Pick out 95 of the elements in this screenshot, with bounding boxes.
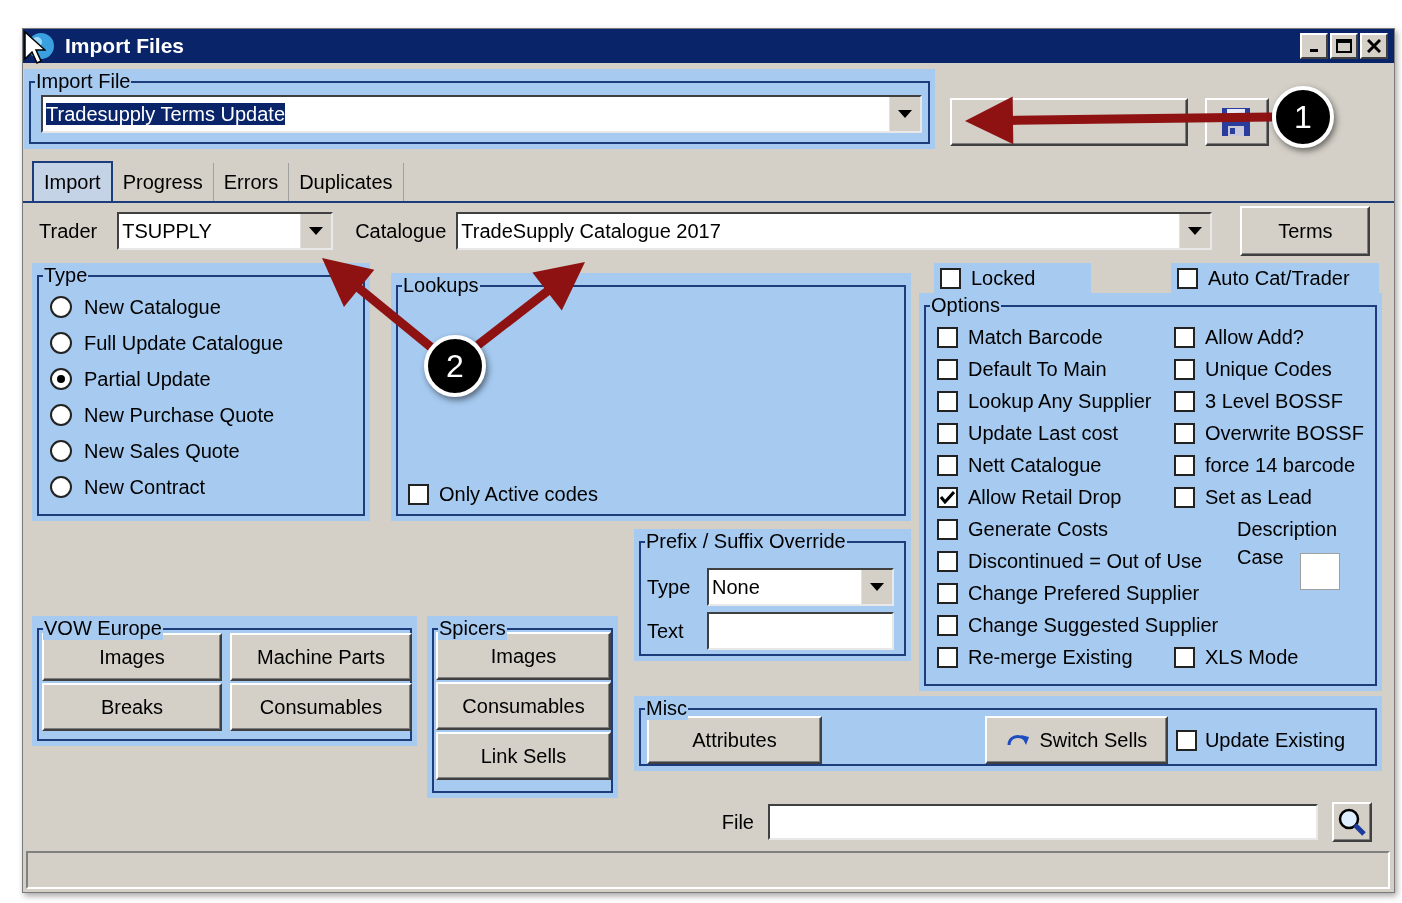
vow-button[interactable]: Consumables [230,683,412,731]
catalogue-dropdown[interactable]: TradeSupply Catalogue 2017 [456,212,1213,250]
checkbox-label: Change Suggested Supplier [968,613,1219,637]
checkbox[interactable] [1175,729,1197,751]
checkbox-label: Nett Catalogue [968,453,1102,477]
minimize-icon [1310,48,1318,52]
spicers-button[interactable]: Link Sells [436,732,611,780]
radio-label: New Sales Quote [84,439,240,463]
checkbox[interactable] [937,486,958,508]
checkbox-label: XLS Mode [1205,645,1299,669]
checkbox[interactable] [937,518,958,540]
radio-button[interactable] [50,368,72,390]
checkbox-label: Generate Costs [968,517,1109,541]
checkbox[interactable] [937,614,958,636]
checkbox-label: Default To Main [968,357,1107,381]
checkbox[interactable] [1174,390,1195,412]
file-label: File [721,810,754,834]
caret-icon [1188,227,1203,235]
checkbox-label: Allow Retail Drop [968,485,1122,509]
checkbox-label: Change Prefered Supplier [968,581,1200,605]
attributes-button[interactable]: Attributes [647,716,822,764]
radio-button[interactable] [50,296,72,318]
checkbox-label: Update Last cost [968,421,1119,445]
checkbox[interactable] [937,582,958,604]
checkbox-label: Allow Add? [1205,325,1304,349]
radio-label: Full Update Catalogue [84,331,283,355]
checkbox[interactable] [1174,422,1195,444]
text-label: Text [647,619,684,643]
checkbox-label: force 14 barcode [1205,453,1356,477]
description-case-label: Description Case [1237,517,1339,570]
description-case-field[interactable] [1300,553,1340,590]
radio-button[interactable] [50,404,72,426]
tab[interactable]: Duplicates [289,163,404,201]
checkbox[interactable] [408,484,429,505]
spicers-button[interactable]: Consumables [436,682,611,730]
checkbox[interactable] [937,390,958,412]
radio-label: New Contract [84,475,206,499]
checkbox-label: Overwrite BOSSF [1205,421,1364,445]
radio-label: Partial Update [84,367,211,391]
trader-label: Trader [39,219,98,243]
checkbox[interactable] [1174,326,1195,348]
checkbox-label: Update Existing [1204,728,1345,752]
vow-button[interactable]: Breaks [42,683,222,731]
window-title: Import Files [65,34,185,58]
checkbox[interactable] [937,550,958,572]
cursor-icon [24,31,46,65]
checkbox-label: Auto Cat/Trader [1208,266,1350,290]
search-button[interactable] [1332,802,1372,842]
checkbox[interactable] [937,326,958,348]
checkbox[interactable] [1174,454,1195,476]
checkbox-label: Unique Codes [1205,357,1332,381]
tab[interactable]: Errors [213,163,290,201]
radio-label: New Catalogue [84,295,221,319]
checkbox-label: Discontinued = Out of Use [968,549,1202,573]
radio-button[interactable] [50,440,72,462]
checkbox[interactable] [940,267,961,289]
checkbox-label: 3 Level BOSSF [1205,389,1343,413]
vow-button[interactable]: Machine Parts [230,633,412,681]
type-dropdown[interactable]: None [707,568,894,606]
checkbox-label: Set as Lead [1205,485,1312,509]
radio-label: New Purchase Quote [84,403,275,427]
maximize-button[interactable] [1330,33,1358,59]
close-button[interactable] [1360,33,1388,59]
checkbox[interactable] [937,646,958,668]
maximize-icon [1336,39,1352,53]
switch-sells-button[interactable]: Switch Sells [984,716,1168,764]
trader-dropdown[interactable]: TSUPPLY [117,212,334,250]
checkbox-label: Locked [971,266,1036,290]
checkbox[interactable] [1174,358,1195,380]
file-field[interactable] [768,804,1318,840]
tab[interactable]: Progress [112,163,214,201]
terms-button[interactable]: Terms [1240,206,1371,256]
checkbox-label: Only Active codes [439,483,598,506]
checkbox[interactable] [937,454,958,476]
checkbox-label: Match Barcode [968,325,1103,349]
close-icon [1367,39,1381,53]
radio-button[interactable] [50,332,72,354]
checkbox[interactable] [937,358,958,380]
search-icon [1337,807,1367,837]
caret-icon [870,583,884,591]
checkbox-label: Re-merge Existing [968,645,1133,669]
radio-button[interactable] [50,476,72,498]
checkbox[interactable] [1174,486,1195,508]
caret-icon [309,227,324,235]
checkbox[interactable] [1174,646,1195,668]
text-field[interactable] [707,612,894,650]
minimize-button[interactable] [1300,33,1328,59]
catalogue-label: Catalogue [355,219,447,243]
import-file-dropdown[interactable]: Tradesupply Terms Update [41,95,922,133]
tab[interactable]: Import [32,161,113,201]
caret-icon [898,110,912,118]
checkbox[interactable] [937,422,958,444]
checkbox[interactable] [1177,267,1198,289]
checkbox-label: Lookup Any Supplier [968,389,1152,413]
type-label: Type [647,575,691,599]
